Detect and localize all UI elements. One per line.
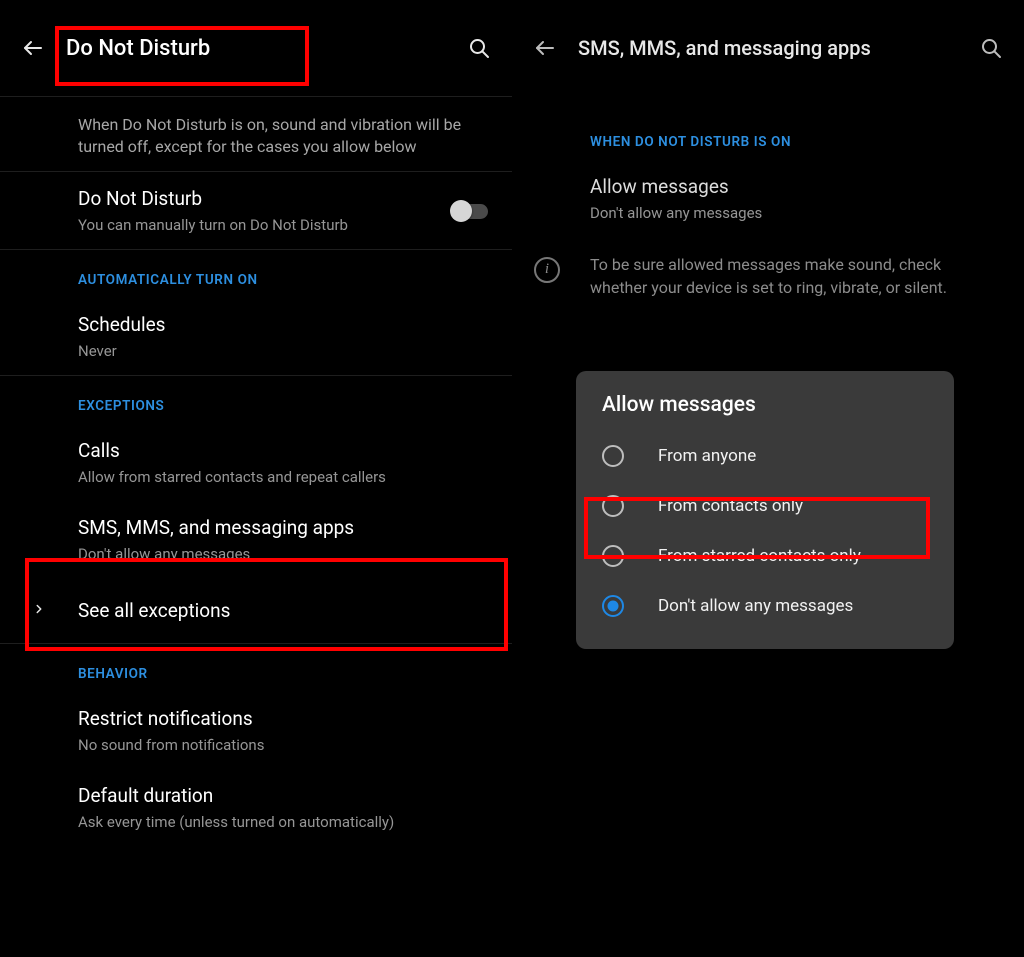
dnd-toggle-sub: You can manually turn on Do Not Disturb: [78, 215, 432, 235]
dialog-title: Allow messages: [576, 393, 954, 431]
restrict-label: Restrict notifications: [78, 706, 496, 732]
schedules-label: Schedules: [78, 312, 496, 338]
schedules-sub: Never: [78, 341, 496, 361]
see-all-exceptions-label: See all exceptions: [78, 598, 496, 624]
dnd-toggle-label: Do Not Disturb: [78, 186, 432, 212]
allow-messages-label: Allow messages: [590, 174, 1008, 200]
info-icon: i: [534, 257, 560, 283]
calls-label: Calls: [78, 438, 496, 464]
back-arrow-icon[interactable]: [18, 33, 48, 63]
radio-icon: [602, 545, 624, 567]
back-arrow-icon[interactable]: [530, 33, 560, 63]
schedules-row[interactable]: Schedules Never: [0, 298, 512, 375]
option-from-starred-contacts-only[interactable]: From starred contacts only: [576, 531, 954, 581]
allow-messages-dialog: Allow messages From anyone From contacts…: [576, 371, 954, 649]
page-title: SMS, MMS, and messaging apps: [578, 36, 976, 60]
chevron-right-icon: [32, 602, 50, 620]
default-duration-row[interactable]: Default duration Ask every time (unless …: [0, 769, 512, 846]
option-label: Don't allow any messages: [658, 596, 853, 616]
sms-sub: Don't allow any messages: [78, 544, 496, 564]
page-title: Do Not Disturb: [66, 36, 464, 61]
header-left: Do Not Disturb: [0, 0, 512, 96]
radio-icon: [602, 445, 624, 467]
option-from-contacts-only[interactable]: From contacts only: [576, 481, 954, 531]
dnd-description: When Do Not Disturb is on, sound and vib…: [78, 114, 496, 157]
search-icon[interactable]: [464, 33, 494, 63]
section-exceptions: EXCEPTIONS: [0, 376, 512, 424]
restrict-notifications-row[interactable]: Restrict notifications No sound from not…: [0, 692, 512, 769]
option-label: From contacts only: [658, 496, 803, 516]
see-all-exceptions-row[interactable]: See all exceptions: [0, 578, 512, 644]
sms-row[interactable]: SMS, MMS, and messaging apps Don't allow…: [0, 501, 512, 578]
default-duration-label: Default duration: [78, 783, 496, 809]
calls-row[interactable]: Calls Allow from starred contacts and re…: [0, 424, 512, 501]
dnd-description-row: When Do Not Disturb is on, sound and vib…: [0, 97, 512, 171]
option-dont-allow-any[interactable]: Don't allow any messages: [576, 581, 954, 631]
calls-sub: Allow from starred contacts and repeat c…: [78, 467, 496, 487]
section-when-dnd-on: WHEN DO NOT DISTURB IS ON: [512, 96, 1024, 160]
info-text: To be sure allowed messages make sound, …: [590, 253, 1002, 299]
search-icon[interactable]: [976, 33, 1006, 63]
option-from-anyone[interactable]: From anyone: [576, 431, 954, 481]
section-behavior: BEHAVIOR: [0, 644, 512, 692]
info-row: i To be sure allowed messages make sound…: [512, 237, 1024, 315]
header-right: SMS, MMS, and messaging apps: [512, 0, 1024, 96]
default-duration-sub: Ask every time (unless turned on automat…: [78, 812, 496, 832]
sms-label: SMS, MMS, and messaging apps: [78, 515, 496, 541]
section-auto-turn-on: AUTOMATICALLY TURN ON: [0, 250, 512, 298]
allow-messages-row[interactable]: Allow messages Don't allow any messages: [512, 160, 1024, 237]
radio-icon-selected: [602, 595, 624, 617]
option-label: From starred contacts only: [658, 546, 861, 566]
restrict-sub: No sound from notifications: [78, 735, 496, 755]
dnd-toggle-row[interactable]: Do Not Disturb You can manually turn on …: [0, 172, 512, 249]
allow-messages-sub: Don't allow any messages: [590, 203, 1008, 223]
pane-do-not-disturb: Do Not Disturb When Do Not Disturb is on…: [0, 0, 512, 957]
radio-icon: [602, 495, 624, 517]
dnd-toggle-switch[interactable]: [450, 200, 490, 222]
option-label: From anyone: [658, 446, 756, 466]
